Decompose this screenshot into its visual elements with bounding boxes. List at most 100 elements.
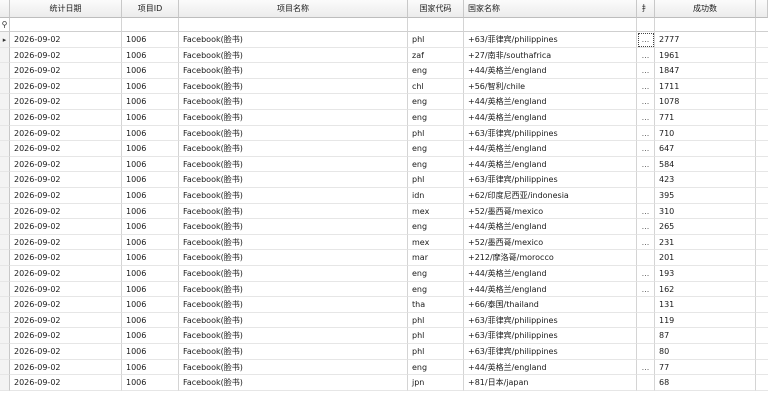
cell-country-name[interactable]: +44/英格兰/england xyxy=(464,359,637,376)
data-grid[interactable]: 统计日期 项目ID 项目名称 国家代码 国家名称 扌 成功数 ⚲ ▸ 2026-… xyxy=(0,0,768,404)
cell-success-count[interactable]: 265 xyxy=(655,219,756,235)
cell-project-id[interactable]: 1006 xyxy=(122,250,179,266)
cell-project-name[interactable]: Facebook(脸书) xyxy=(179,110,408,126)
table-row[interactable]: 2026-09-02 1006 Facebook(脸书) eng +44/英格兰… xyxy=(0,281,768,298)
table-row[interactable]: 2026-09-02 1006 Facebook(脸书) eng +44/英格兰… xyxy=(0,359,768,376)
table-row[interactable]: ▸ 2026-09-02 1006 Facebook(脸书) phl +63/菲… xyxy=(0,32,768,48)
row-indicator[interactable] xyxy=(0,78,10,95)
cell-country-code[interactable]: phl xyxy=(408,344,464,360)
cell-date[interactable]: 2026-09-02 xyxy=(10,281,122,298)
cell-country-name[interactable]: +44/英格兰/england xyxy=(464,141,637,157)
cell-project-id[interactable]: 1006 xyxy=(122,312,179,329)
cell-country-name[interactable]: +63/菲律宾/philippines xyxy=(464,344,637,360)
filter-cell-project-name[interactable] xyxy=(179,18,408,32)
cell-country-code[interactable]: eng xyxy=(408,63,464,79)
cell-success-count[interactable]: 584 xyxy=(655,156,756,173)
cell-project-name[interactable]: Facebook(脸书) xyxy=(179,63,408,79)
cell-success-count[interactable]: 771 xyxy=(655,110,756,126)
row-indicator[interactable] xyxy=(0,281,10,298)
cell-country-code[interactable]: phl xyxy=(408,172,464,188)
row-indicator[interactable] xyxy=(0,234,10,251)
filter-cell-extra[interactable] xyxy=(637,18,655,32)
cell-project-id[interactable]: 1006 xyxy=(122,125,179,142)
cell-extra[interactable]: ... xyxy=(637,78,655,95)
cell-date[interactable]: 2026-09-02 xyxy=(10,328,122,344)
cell-success-count[interactable]: 310 xyxy=(655,203,756,220)
table-row[interactable]: 2026-09-02 1006 Facebook(脸书) phl +63/菲律宾… xyxy=(0,328,768,344)
cell-extra[interactable] xyxy=(637,328,655,344)
row-indicator[interactable] xyxy=(0,63,10,79)
cell-project-id[interactable]: 1006 xyxy=(122,219,179,235)
cell-success-count[interactable]: 710 xyxy=(655,125,756,142)
cell-project-id[interactable]: 1006 xyxy=(122,172,179,188)
cell-country-code[interactable]: tha xyxy=(408,297,464,313)
cell-country-name[interactable]: +44/英格兰/england xyxy=(464,156,637,173)
row-indicator[interactable] xyxy=(0,359,10,376)
row-indicator[interactable] xyxy=(0,219,10,235)
cell-project-name[interactable]: Facebook(脸书) xyxy=(179,94,408,110)
header-corner[interactable] xyxy=(0,0,10,18)
table-row[interactable]: 2026-09-02 1006 Facebook(脸书) mex +52/墨西哥… xyxy=(0,234,768,251)
row-indicator[interactable]: ▸ xyxy=(0,32,10,48)
cell-success-count[interactable]: 162 xyxy=(655,281,756,298)
cell-success-count[interactable]: 68 xyxy=(655,375,756,391)
cell-extra[interactable]: ... xyxy=(637,110,655,126)
cell-extra[interactable]: ... xyxy=(637,219,655,235)
cell-project-id[interactable]: 1006 xyxy=(122,94,179,110)
column-header-extra[interactable]: 扌 xyxy=(637,0,655,18)
cell-project-id[interactable]: 1006 xyxy=(122,234,179,251)
cell-success-count[interactable]: 395 xyxy=(655,188,756,204)
row-indicator[interactable] xyxy=(0,312,10,329)
row-indicator[interactable] xyxy=(0,375,10,391)
cell-project-id[interactable]: 1006 xyxy=(122,188,179,204)
cell-country-name[interactable]: +63/菲律宾/philippines xyxy=(464,32,637,48)
cell-extra[interactable]: ... xyxy=(637,234,655,251)
cell-country-code[interactable]: eng xyxy=(408,94,464,110)
table-row[interactable]: 2026-09-02 1006 Facebook(脸书) mex +52/墨西哥… xyxy=(0,203,768,220)
table-row[interactable]: 2026-09-02 1006 Facebook(脸书) eng +44/英格兰… xyxy=(0,219,768,235)
cell-country-code[interactable]: eng xyxy=(408,266,464,282)
table-row[interactable]: 2026-09-02 1006 Facebook(脸书) tha +66/泰国/… xyxy=(0,297,768,313)
cell-country-code[interactable]: mex xyxy=(408,234,464,251)
filter-cell-project-id[interactable] xyxy=(122,18,179,32)
filter-cell-country-code[interactable] xyxy=(408,18,464,32)
cell-project-name[interactable]: Facebook(脸书) xyxy=(179,312,408,329)
cell-date[interactable]: 2026-09-02 xyxy=(10,141,122,157)
cell-country-name[interactable]: +27/南非/southafrica xyxy=(464,47,637,64)
cell-extra[interactable]: ... xyxy=(637,94,655,110)
cell-country-code[interactable]: eng xyxy=(408,156,464,173)
cell-success-count[interactable]: 1078 xyxy=(655,94,756,110)
table-row[interactable]: 2026-09-02 1006 Facebook(脸书) zaf +27/南非/… xyxy=(0,47,768,64)
cell-date[interactable]: 2026-09-02 xyxy=(10,94,122,110)
cell-date[interactable]: 2026-09-02 xyxy=(10,219,122,235)
cell-date[interactable]: 2026-09-02 xyxy=(10,234,122,251)
cell-date[interactable]: 2026-09-02 xyxy=(10,266,122,282)
cell-extra[interactable]: ... xyxy=(637,32,655,48)
table-row[interactable]: 2026-09-02 1006 Facebook(脸书) phl +63/菲律宾… xyxy=(0,172,768,188)
cell-project-id[interactable]: 1006 xyxy=(122,78,179,95)
cell-extra[interactable] xyxy=(637,188,655,204)
table-row[interactable]: 2026-09-02 1006 Facebook(脸书) phl +63/菲律宾… xyxy=(0,312,768,329)
cell-success-count[interactable]: 77 xyxy=(655,359,756,376)
cell-project-name[interactable]: Facebook(脸书) xyxy=(179,328,408,344)
cell-country-code[interactable]: phl xyxy=(408,32,464,48)
cell-success-count[interactable]: 201 xyxy=(655,250,756,266)
cell-success-count[interactable]: 1961 xyxy=(655,47,756,64)
cell-project-name[interactable]: Facebook(脸书) xyxy=(179,266,408,282)
cell-extra[interactable]: ... xyxy=(637,141,655,157)
cell-date[interactable]: 2026-09-02 xyxy=(10,172,122,188)
cell-project-name[interactable]: Facebook(脸书) xyxy=(179,156,408,173)
cell-project-name[interactable]: Facebook(脸书) xyxy=(179,250,408,266)
cell-project-id[interactable]: 1006 xyxy=(122,63,179,79)
cell-extra[interactable]: ... xyxy=(637,203,655,220)
cell-extra[interactable]: ... xyxy=(637,359,655,376)
cell-country-code[interactable]: phl xyxy=(408,312,464,329)
cell-project-id[interactable]: 1006 xyxy=(122,344,179,360)
cell-success-count[interactable]: 231 xyxy=(655,234,756,251)
cell-project-name[interactable]: Facebook(脸书) xyxy=(179,375,408,391)
cell-project-name[interactable]: Facebook(脸书) xyxy=(179,281,408,298)
cell-country-name[interactable]: +52/墨西哥/mexico xyxy=(464,234,637,251)
cell-country-code[interactable]: phl xyxy=(408,125,464,142)
row-indicator[interactable] xyxy=(0,156,10,173)
column-header-country-name[interactable]: 国家名称 xyxy=(464,0,637,18)
